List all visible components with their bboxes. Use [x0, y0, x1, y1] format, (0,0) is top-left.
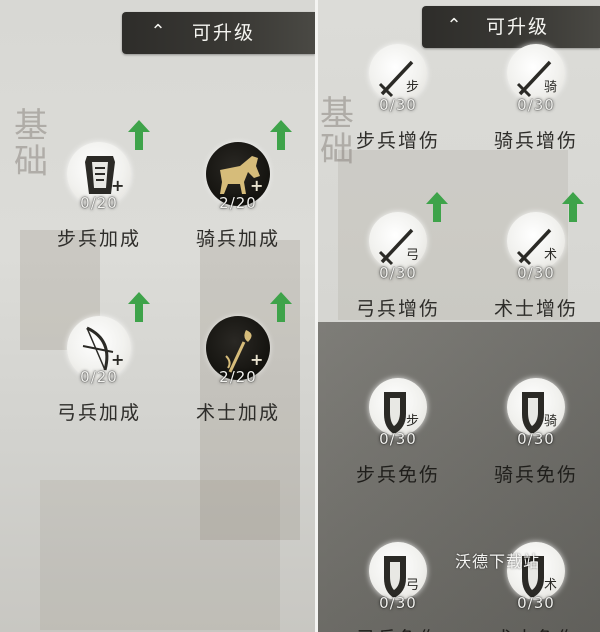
plus-icon: +	[111, 176, 125, 195]
upgrade-arrow-icon	[270, 120, 292, 150]
skill-archer-bonus[interactable]: + 0/20 弓兵加成	[43, 316, 163, 436]
chevron-up-icon[interactable]: ⌃	[146, 20, 170, 44]
skill-name: 弓兵免伤	[332, 624, 464, 632]
skill-count: 0/30	[517, 430, 555, 448]
left-panel: ⌃ 可升级 基础 + 0/20 步兵加成 + 2/20 骑兵加成 + 0/20 …	[0, 0, 315, 632]
right-panel: ⌃ 可升级 基础 步 0/30 步兵增伤 骑 0/30 骑兵增伤 弓 0/30 …	[318, 0, 600, 632]
skill-tag: 步	[406, 414, 420, 429]
header-title: 可升级	[486, 16, 550, 38]
skill-tag: 弓	[406, 248, 420, 263]
skill-sorcerer-bonus[interactable]: + 2/20 术士加成	[182, 316, 302, 436]
skill-count: 0/30	[517, 264, 555, 282]
upgrade-arrow-icon	[128, 292, 150, 322]
skill-sorcerer-damage[interactable]: 术 0/30 术士增伤	[480, 212, 600, 332]
skill-name: 术士免伤	[470, 624, 600, 632]
skill-infantry-damage[interactable]: 步 0/30 步兵增伤	[342, 44, 462, 164]
plus-icon: +	[111, 350, 125, 369]
watermark: 沃德下载站	[455, 552, 541, 571]
skill-name: 弓兵加成	[56, 402, 141, 424]
skill-name: 弓兵增伤	[355, 298, 440, 320]
skill-tag: 弓	[406, 578, 420, 593]
skill-cavalry-damage[interactable]: 骑 0/30 骑兵增伤	[480, 44, 600, 164]
skill-cavalry-defense[interactable]: 骑 0/30 骑兵免伤	[480, 378, 600, 498]
skill-archer-defense[interactable]: 弓 0/30 弓兵免伤	[342, 542, 462, 632]
chevron-up-icon[interactable]: ⌃	[442, 14, 466, 38]
skill-name: 步兵加成	[56, 228, 141, 250]
skill-name: 骑兵免伤	[493, 464, 578, 486]
skill-count: 0/30	[379, 430, 417, 448]
skill-tag: 骑	[544, 80, 558, 95]
skill-tag: 骑	[544, 414, 558, 429]
skill-count: 0/30	[379, 264, 417, 282]
background-wall	[40, 480, 280, 630]
skill-tag: 步	[406, 80, 420, 95]
skill-infantry-bonus[interactable]: + 0/20 步兵加成	[43, 142, 163, 262]
skill-name: 术士增伤	[493, 298, 578, 320]
header-title: 可升级	[192, 22, 256, 44]
skill-archer-damage[interactable]: 弓 0/30 弓兵增伤	[342, 212, 462, 332]
skill-count: 0/20	[80, 368, 118, 386]
shield-icon	[384, 556, 406, 598]
skill-count: 2/20	[219, 194, 257, 212]
skill-name: 骑兵增伤	[493, 130, 578, 152]
upgrade-arrow-icon	[128, 120, 150, 150]
skill-count: 0/30	[379, 594, 417, 612]
skill-name: 骑兵加成	[195, 228, 280, 250]
upgradable-header[interactable]: ⌃ 可升级	[422, 6, 600, 48]
skill-cavalry-bonus[interactable]: + 2/20 骑兵加成	[182, 142, 302, 262]
skill-count: 0/30	[517, 96, 555, 114]
skill-name: 步兵免伤	[355, 464, 440, 486]
skill-name: 步兵增伤	[355, 130, 440, 152]
skill-count: 0/30	[379, 96, 417, 114]
skill-count: 0/20	[80, 194, 118, 212]
skill-infantry-defense[interactable]: 步 0/30 步兵免伤	[342, 378, 462, 498]
skill-tag: 术	[544, 578, 558, 593]
upgrade-arrow-icon	[270, 292, 292, 322]
skill-tag: 术	[544, 248, 558, 263]
skill-count: 2/20	[219, 368, 257, 386]
plus-icon: +	[250, 176, 264, 195]
upgradable-header[interactable]: ⌃ 可升级	[122, 12, 315, 54]
skill-count: 0/30	[517, 594, 555, 612]
skill-name: 术士加成	[195, 402, 280, 424]
plus-icon: +	[250, 350, 264, 369]
upgrade-arrow-icon	[562, 192, 584, 222]
upgrade-arrow-icon	[426, 192, 448, 222]
